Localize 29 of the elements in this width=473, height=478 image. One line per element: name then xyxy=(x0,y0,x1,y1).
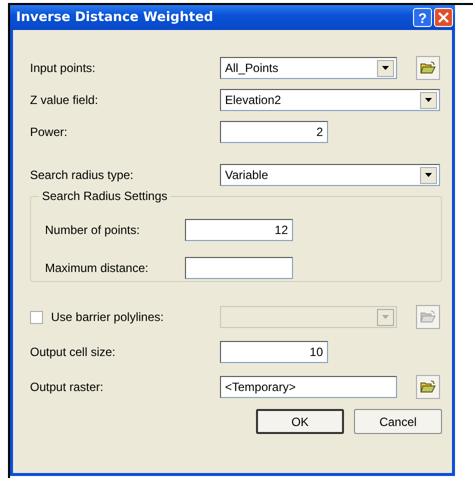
field-label: Number of points: xyxy=(45,223,141,237)
folder-icon xyxy=(420,380,436,394)
input-field[interactable] xyxy=(185,257,293,279)
close-icon xyxy=(438,12,449,23)
field-label: Input points: xyxy=(30,61,96,75)
ok-button[interactable]: OK xyxy=(256,409,344,434)
folder-icon xyxy=(420,61,436,75)
field-label: Output cell size: xyxy=(30,345,116,359)
folder-icon xyxy=(420,310,436,324)
field-label: Search radius type: xyxy=(30,168,134,182)
input-field[interactable]: 10 xyxy=(220,341,328,363)
dropdown[interactable]: Variable xyxy=(220,164,440,186)
close-button[interactable] xyxy=(434,8,453,27)
input-field[interactable]: <Temporary> xyxy=(220,376,397,398)
field-label: Maximum distance: xyxy=(45,261,150,275)
group-title: Search Radius Settings xyxy=(39,189,170,203)
browse-button[interactable] xyxy=(416,56,440,80)
field-label: Z value field: xyxy=(30,93,100,107)
window-title: Inverse Distance Weighted xyxy=(16,10,214,25)
browse-button[interactable] xyxy=(416,375,440,399)
input-field[interactable]: 2 xyxy=(220,121,328,143)
input-field[interactable]: 12 xyxy=(185,219,293,241)
field-label: Output raster: xyxy=(30,380,104,394)
cancel-button[interactable]: Cancel xyxy=(354,409,442,434)
dropdown[interactable]: All_Points xyxy=(220,57,397,79)
field-label: Use barrier polylines: xyxy=(51,310,164,324)
dropdown[interactable]: Elevation2 xyxy=(220,89,440,111)
field-label: Power: xyxy=(30,125,68,139)
help-button[interactable]: ? xyxy=(413,8,432,27)
